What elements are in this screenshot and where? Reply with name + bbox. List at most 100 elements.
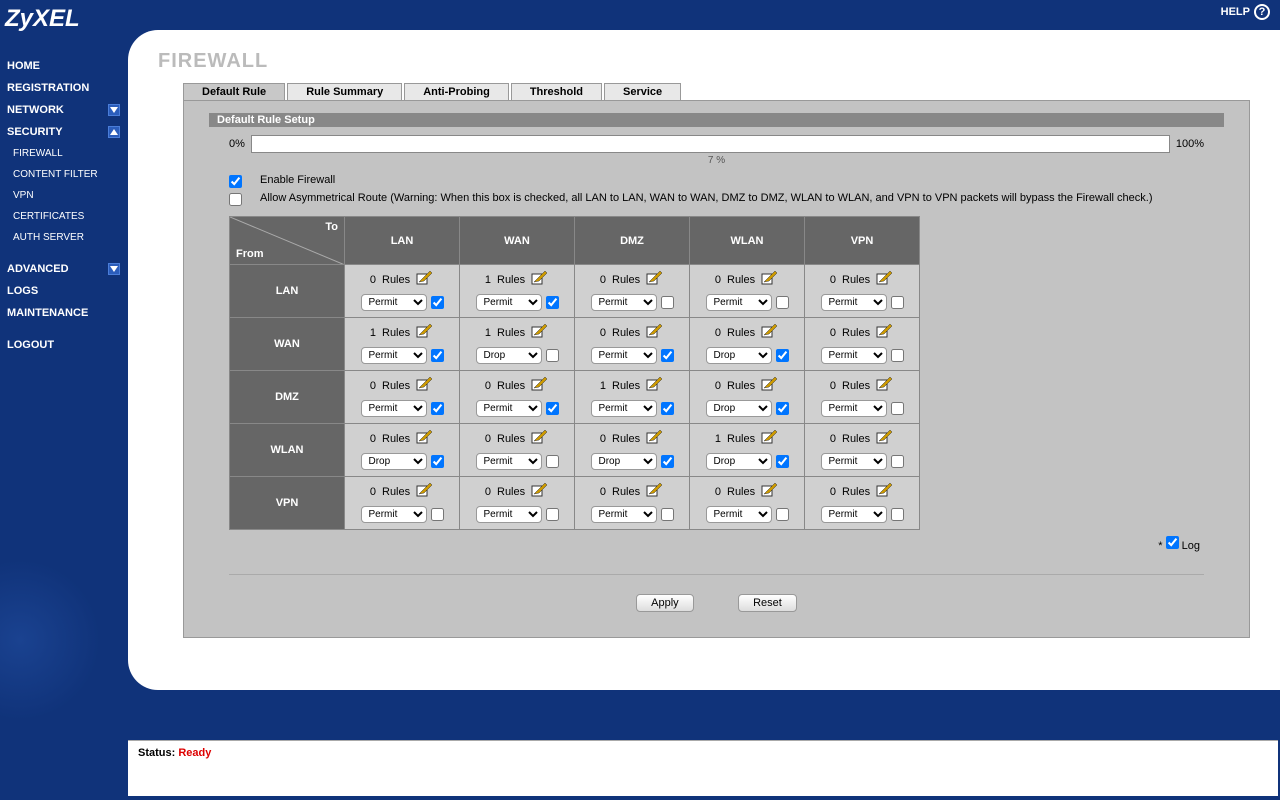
- edit-icon[interactable]: [646, 483, 664, 500]
- action-select[interactable]: PermitDropReject: [361, 506, 427, 523]
- help-link[interactable]: HELP ?: [1221, 4, 1270, 20]
- action-select[interactable]: PermitDropReject: [361, 294, 427, 311]
- log-cell-checkbox[interactable]: [661, 455, 674, 468]
- log-cell-checkbox[interactable]: [776, 402, 789, 415]
- reset-button[interactable]: Reset: [738, 594, 797, 612]
- log-cell-checkbox[interactable]: [776, 296, 789, 309]
- edit-icon[interactable]: [876, 377, 894, 394]
- action-select[interactable]: PermitDropReject: [706, 453, 772, 470]
- sidebar-item-firewall[interactable]: FIREWALL: [5, 143, 128, 164]
- log-cell-checkbox[interactable]: [431, 296, 444, 309]
- log-cell-checkbox[interactable]: [661, 508, 674, 521]
- log-cell-checkbox[interactable]: [776, 349, 789, 362]
- edit-icon[interactable]: [761, 324, 779, 341]
- action-select[interactable]: PermitDropReject: [476, 400, 542, 417]
- edit-icon[interactable]: [646, 430, 664, 447]
- log-cell-checkbox[interactable]: [431, 508, 444, 521]
- edit-icon[interactable]: [761, 483, 779, 500]
- edit-icon[interactable]: [761, 430, 779, 447]
- sidebar-item-certificates[interactable]: CERTIFICATES: [5, 206, 128, 227]
- log-cell-checkbox[interactable]: [891, 508, 904, 521]
- log-cell-checkbox[interactable]: [661, 402, 674, 415]
- action-select[interactable]: PermitDropReject: [821, 294, 887, 311]
- log-cell-checkbox[interactable]: [661, 349, 674, 362]
- edit-icon[interactable]: [876, 430, 894, 447]
- action-select[interactable]: PermitDropReject: [476, 506, 542, 523]
- tab-threshold[interactable]: Threshold: [511, 83, 602, 100]
- edit-icon[interactable]: [416, 483, 434, 500]
- action-select[interactable]: PermitDropReject: [476, 453, 542, 470]
- tab-default-rule[interactable]: Default Rule: [183, 83, 285, 100]
- action-select[interactable]: PermitDropReject: [706, 347, 772, 364]
- edit-icon[interactable]: [416, 377, 434, 394]
- action-select[interactable]: PermitDropReject: [821, 506, 887, 523]
- sidebar-item-advanced[interactable]: ADVANCED: [5, 258, 128, 280]
- edit-icon[interactable]: [531, 377, 549, 394]
- action-select[interactable]: PermitDropReject: [361, 453, 427, 470]
- log-cell-checkbox[interactable]: [891, 402, 904, 415]
- edit-icon[interactable]: [876, 483, 894, 500]
- tab-anti-probing[interactable]: Anti-Probing: [404, 83, 509, 100]
- edit-icon[interactable]: [416, 430, 434, 447]
- log-cell-checkbox[interactable]: [431, 402, 444, 415]
- action-select[interactable]: PermitDropReject: [361, 347, 427, 364]
- sidebar-item-logs[interactable]: LOGS: [5, 280, 128, 302]
- action-select[interactable]: PermitDropReject: [591, 294, 657, 311]
- sidebar-item-registration[interactable]: REGISTRATION: [5, 77, 128, 99]
- log-cell-checkbox[interactable]: [891, 349, 904, 362]
- edit-icon[interactable]: [531, 271, 549, 288]
- action-select[interactable]: PermitDropReject: [591, 506, 657, 523]
- edit-icon[interactable]: [876, 271, 894, 288]
- log-cell-checkbox[interactable]: [546, 349, 559, 362]
- edit-icon[interactable]: [646, 271, 664, 288]
- action-select[interactable]: PermitDropReject: [476, 347, 542, 364]
- log-cell-checkbox[interactable]: [546, 508, 559, 521]
- edit-icon[interactable]: [646, 324, 664, 341]
- sidebar-item-home[interactable]: HOME: [5, 55, 128, 77]
- sidebar-item-content-filter[interactable]: CONTENT FILTER: [5, 164, 128, 185]
- edit-icon[interactable]: [416, 324, 434, 341]
- action-select[interactable]: PermitDropReject: [476, 294, 542, 311]
- sidebar-item-vpn[interactable]: VPN: [5, 185, 128, 206]
- enable-firewall-checkbox[interactable]: [229, 175, 242, 188]
- action-select[interactable]: PermitDropReject: [591, 400, 657, 417]
- cell-lan-wlan: 0 Rules PermitDropReject: [690, 265, 805, 318]
- edit-icon[interactable]: [531, 483, 549, 500]
- action-select[interactable]: PermitDropReject: [591, 453, 657, 470]
- action-select[interactable]: PermitDropReject: [706, 294, 772, 311]
- action-select[interactable]: PermitDropReject: [361, 400, 427, 417]
- apply-button[interactable]: Apply: [636, 594, 694, 612]
- action-select[interactable]: PermitDropReject: [821, 347, 887, 364]
- tab-service[interactable]: Service: [604, 83, 681, 100]
- action-select[interactable]: PermitDropReject: [706, 400, 772, 417]
- tab-rule-summary[interactable]: Rule Summary: [287, 83, 402, 100]
- sidebar-item-logout[interactable]: LOGOUT: [5, 334, 128, 356]
- log-cell-checkbox[interactable]: [546, 402, 559, 415]
- sidebar-item-security[interactable]: SECURITY: [5, 121, 128, 143]
- log-cell-checkbox[interactable]: [776, 508, 789, 521]
- log-cell-checkbox[interactable]: [546, 296, 559, 309]
- log-cell-checkbox[interactable]: [891, 296, 904, 309]
- action-select[interactable]: PermitDropReject: [591, 347, 657, 364]
- edit-icon[interactable]: [531, 430, 549, 447]
- log-checkbox[interactable]: [1166, 536, 1179, 549]
- action-select[interactable]: PermitDropReject: [706, 506, 772, 523]
- action-select[interactable]: PermitDropReject: [821, 400, 887, 417]
- sidebar-item-maintenance[interactable]: MAINTENANCE: [5, 302, 128, 324]
- edit-icon[interactable]: [761, 377, 779, 394]
- log-cell-checkbox[interactable]: [776, 455, 789, 468]
- edit-icon[interactable]: [646, 377, 664, 394]
- sidebar-item-network[interactable]: NETWORK: [5, 99, 128, 121]
- log-cell-checkbox[interactable]: [891, 455, 904, 468]
- asym-route-checkbox[interactable]: [229, 193, 242, 206]
- log-cell-checkbox[interactable]: [431, 455, 444, 468]
- log-cell-checkbox[interactable]: [431, 349, 444, 362]
- edit-icon[interactable]: [876, 324, 894, 341]
- edit-icon[interactable]: [531, 324, 549, 341]
- log-cell-checkbox[interactable]: [661, 296, 674, 309]
- edit-icon[interactable]: [416, 271, 434, 288]
- action-select[interactable]: PermitDropReject: [821, 453, 887, 470]
- sidebar-item-auth-server[interactable]: AUTH SERVER: [5, 227, 128, 248]
- edit-icon[interactable]: [761, 271, 779, 288]
- log-cell-checkbox[interactable]: [546, 455, 559, 468]
